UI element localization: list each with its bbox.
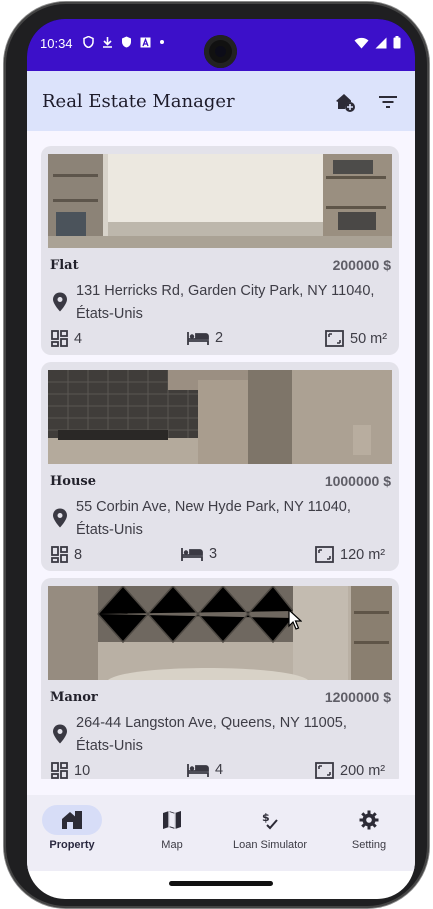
bedrooms-value: 3 [209,546,218,562]
gear-icon [359,810,379,830]
bedrooms-count: 4 [187,762,223,778]
rooms-icon [51,546,68,563]
shield-icon [83,36,94,48]
gesture-area [27,871,415,899]
bedrooms-count: 3 [181,546,217,562]
property-address: 55 Corbin Ave, New Hyde Park, NY 11040, … [76,499,351,538]
surface-area: 200 m² [315,762,385,779]
nav-label: Property [49,839,95,851]
rooms-count: 4 [51,330,82,347]
surface-area: 120 m² [315,546,385,563]
download-icon [103,37,112,48]
nav-label: Map [161,839,183,851]
status-bar: 10:34 [27,19,415,71]
surface-icon [315,762,334,779]
property-address: 264-44 Langston Ave, Queens, NY 11005, É… [76,715,347,754]
nav-icon-holder [142,805,202,835]
bed-icon [181,547,203,561]
rooms-icon [51,330,68,347]
bottom-navigation: Property Map $ Loan Simulator Setting [27,795,415,871]
add-property-button[interactable] [334,91,356,113]
surface-value: 200 m² [340,762,386,779]
house-icon [62,811,82,829]
rooms-value: 10 [74,762,91,779]
front-camera [204,35,237,68]
property-price: 200000 $ [332,257,391,273]
nav-label: Setting [351,839,387,851]
property-list[interactable]: Flat 200000 $ 131 Herricks Rd, Garden Ci… [27,131,415,779]
property-card[interactable]: House 1000000 $ 55 Corbin Ave, New Hyde … [41,362,399,571]
svg-text:$: $ [262,811,270,824]
rooms-count: 8 [51,546,82,563]
filter-icon [379,96,397,108]
bedrooms-count: 2 [187,330,223,346]
surface-icon [315,546,334,563]
home-gesture-bar[interactable] [169,881,273,886]
battery-icon [393,36,401,49]
bed-icon [187,331,209,345]
page-title: Real Estate Manager [42,91,235,112]
property-price: 1000000 $ [324,473,391,489]
active-indicator [42,805,102,835]
nav-item-setting[interactable]: Setting [339,805,399,851]
surface-icon [325,330,344,347]
app-screen: Real Estate Manager Flat 200000 $ 131 He… [27,71,415,871]
system-icons [354,36,401,49]
nav-item-loan-simulator[interactable]: $ Loan Simulator [226,805,314,851]
surface-value: 120 m² [340,546,386,563]
rooms-value: 4 [74,330,83,347]
nav-item-property[interactable]: Property [42,805,102,851]
loan-icon: $ [262,811,278,830]
rooms-count: 10 [51,762,90,779]
top-app-bar: Real Estate Manager [27,71,415,131]
nav-icon-holder: $ [240,805,300,835]
bedrooms-value: 4 [215,762,224,778]
nav-item-map[interactable]: Map [142,805,202,851]
property-photo [48,154,392,248]
screen: 10:34 Real Estate Manager Flat 200000 $ … [27,19,415,899]
map-icon [163,811,181,829]
vpn-shield-icon [122,36,131,48]
location-pin-icon [53,508,67,528]
location-pin-icon [53,724,67,744]
property-address: 131 Herricks Rd, Garden City Park, NY 11… [76,283,375,322]
property-type: Flat [50,258,79,273]
location-pin-icon [53,292,67,312]
property-price: 1200000 $ [324,689,391,705]
nav-label: Loan Simulator [233,839,307,851]
property-photo [48,370,392,464]
phone-frame: 10:34 Real Estate Manager Flat 200000 $ … [4,2,429,908]
signal-icon [375,37,387,48]
rooms-icon [51,762,68,779]
property-card[interactable]: Manor 1200000 $ 264-44 Langston Ave, Que… [41,578,399,779]
property-photo [48,586,392,680]
property-type: Manor [50,690,98,705]
dot-icon [160,40,164,44]
add-home-icon [336,94,355,112]
notification-icons [83,36,165,48]
app-a-icon [140,37,151,47]
bed-icon [187,763,209,777]
bedrooms-value: 2 [215,330,224,346]
wifi-icon [354,37,369,48]
surface-value: 50 m² [350,330,388,347]
property-card[interactable]: Flat 200000 $ 131 Herricks Rd, Garden Ci… [41,146,399,355]
nav-icon-holder [339,805,399,835]
rooms-value: 8 [74,546,83,563]
property-type: House [50,474,96,489]
filter-button[interactable] [377,91,399,113]
surface-area: 50 m² [325,330,387,347]
status-time: 10:34 [40,36,73,51]
